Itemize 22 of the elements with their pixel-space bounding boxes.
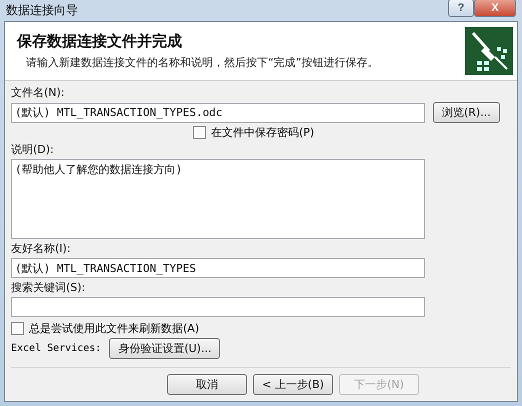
friendly-name-label: 友好名称(I): bbox=[11, 241, 72, 256]
save-password-label: 在文件中保存密码(P) bbox=[211, 125, 314, 140]
keywords-field[interactable] bbox=[11, 297, 425, 317]
checkbox[interactable] bbox=[11, 322, 24, 335]
wizard-button[interactable]: < 上一步(B) bbox=[253, 374, 333, 395]
excel-services-label: Excel Services: bbox=[11, 343, 102, 354]
description-field[interactable]: (帮助他人了解您的数据连接方向) bbox=[11, 159, 425, 239]
plug-table-icon bbox=[465, 27, 513, 75]
wizard-button[interactable]: 取消 bbox=[167, 374, 247, 395]
page-heading: 保存数据连接文件并完成 bbox=[17, 32, 183, 51]
description-label: 说明(D): bbox=[11, 142, 55, 157]
help-button[interactable]: ? bbox=[448, 0, 474, 16]
browse-button[interactable]: 浏览(R)... bbox=[433, 102, 500, 123]
authentication-settings-button[interactable]: 身份验证设置(U)... bbox=[109, 338, 220, 359]
keywords-label: 搜索关键词(S): bbox=[11, 280, 86, 295]
friendly-name-field[interactable]: (默认) MTL_TRANSACTION_TYPES bbox=[11, 258, 425, 278]
always-refresh-label: 总是尝试使用此文件来刷新数据(A) bbox=[29, 321, 200, 336]
checkbox[interactable] bbox=[193, 126, 206, 139]
file-name-label: 文件名(N): bbox=[11, 85, 66, 100]
page-description: 请输入新建数据连接文件的名称和说明，然后按下“完成”按钮进行保存。 bbox=[25, 55, 380, 70]
window-title: 数据连接向导 bbox=[6, 2, 79, 19]
file-name-field[interactable]: (默认) MTL_TRANSACTION_TYPES.odc bbox=[11, 102, 425, 122]
